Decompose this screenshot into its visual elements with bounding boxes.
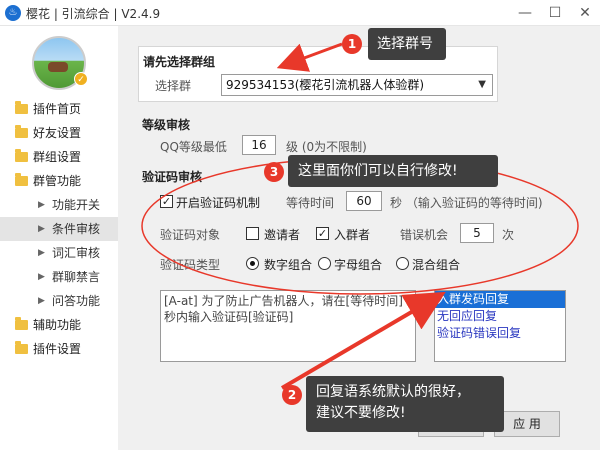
list-item[interactable]: 入群发码回复 bbox=[435, 291, 565, 308]
type-digit-radio[interactable] bbox=[246, 257, 259, 270]
type-letter-label: 字母组合 bbox=[334, 258, 383, 272]
captcha-type-label: 验证码类型 bbox=[160, 258, 221, 272]
folder-icon bbox=[15, 125, 28, 138]
error-chance-input[interactable]: 5 bbox=[460, 223, 494, 243]
type-mixed-label: 混合组合 bbox=[412, 258, 461, 272]
chevron-right-icon: ▶ bbox=[38, 224, 45, 234]
sidebar-item-friend-settings[interactable]: 好友设置 bbox=[0, 121, 118, 145]
folder-icon bbox=[15, 149, 28, 162]
reply-text-area[interactable]: [A-at] 为了防止广告机器人，请在[等待时间]秒内输入验证码[验证码] bbox=[160, 290, 416, 362]
chevron-right-icon: ▶ bbox=[38, 272, 45, 282]
captcha-section-title: 验证码审核 bbox=[142, 170, 203, 184]
vip-badge-icon: ✓ bbox=[74, 72, 88, 86]
level-section-title: 等级审核 bbox=[142, 118, 191, 132]
qq-level-input[interactable]: 16 bbox=[242, 135, 276, 155]
close-icon[interactable]: ✕ bbox=[572, 3, 598, 23]
folder-icon bbox=[15, 101, 28, 114]
sidebar-item-auxiliary[interactable]: 辅助功能 bbox=[0, 313, 118, 337]
chevron-right-icon: ▶ bbox=[38, 296, 45, 306]
chevron-right-icon: ▶ bbox=[38, 200, 45, 210]
title-bar: ♨ 樱花 | 引流综合 | V2.4.9 — ☐ ✕ bbox=[0, 0, 600, 26]
level-suffix: 级 (0为不限制) bbox=[286, 140, 367, 154]
step-badge-3: 3 bbox=[264, 162, 284, 182]
sidebar-item-group-settings[interactable]: 群组设置 bbox=[0, 145, 118, 169]
folder-icon bbox=[15, 173, 28, 186]
chevron-right-icon: ▶ bbox=[38, 248, 45, 258]
qq-level-label: QQ等级最低 bbox=[160, 140, 227, 154]
type-digit-label: 数字组合 bbox=[264, 258, 313, 272]
sidebar-item-group-management[interactable]: 群管功能 bbox=[0, 169, 118, 193]
step-badge-2: 2 bbox=[282, 385, 302, 405]
list-item[interactable]: 无回应回复 bbox=[435, 308, 565, 325]
sidebar-item-group-mute[interactable]: ▶ 群聊禁言 bbox=[0, 265, 118, 289]
error-chance-suffix: 次 bbox=[502, 228, 515, 242]
step-badge-1: 1 bbox=[342, 34, 362, 54]
sidebar-item-condition-review[interactable]: ▶ 条件审核 bbox=[0, 217, 118, 241]
joiner-checkbox[interactable]: ✓ bbox=[316, 227, 329, 240]
joiner-label: 入群者 bbox=[334, 228, 371, 242]
wait-time-suffix: 秒 （输入验证码的等待时间) bbox=[390, 196, 543, 210]
sidebar-item-feature-switch[interactable]: ▶ 功能开关 bbox=[0, 193, 118, 217]
wait-time-input[interactable]: 60 bbox=[346, 191, 382, 211]
app-logo-icon: ♨ bbox=[5, 5, 21, 21]
inviter-label: 邀请者 bbox=[264, 228, 301, 242]
error-chance-label: 错误机会 bbox=[400, 228, 449, 242]
group-section-title: 请先选择群组 bbox=[143, 55, 216, 69]
maximize-icon[interactable]: ☐ bbox=[542, 3, 568, 23]
callout-select-group: 选择群号 bbox=[368, 28, 446, 60]
list-item[interactable]: 验证码错误回复 bbox=[435, 325, 565, 342]
type-mixed-radio[interactable] bbox=[396, 257, 409, 270]
captcha-target-label: 验证码对象 bbox=[160, 228, 221, 242]
folder-icon bbox=[15, 341, 28, 354]
enable-captcha-label: 开启验证码机制 bbox=[176, 196, 261, 210]
callout-editable: 这里面你们可以自行修改! bbox=[288, 155, 498, 187]
reply-list[interactable]: 入群发码回复 无回应回复 验证码错误回复 bbox=[434, 290, 566, 362]
callout-reply-default: 回复语系统默认的很好， 建议不要修改! bbox=[306, 376, 504, 432]
type-letter-radio[interactable] bbox=[318, 257, 331, 270]
wait-time-label: 等待时间 bbox=[286, 196, 335, 210]
select-group-label: 选择群 bbox=[155, 79, 192, 93]
sidebar-item-qa[interactable]: ▶ 问答功能 bbox=[0, 289, 118, 313]
enable-captcha-checkbox[interactable]: ✓ bbox=[160, 195, 173, 208]
sidebar-item-word-review[interactable]: ▶ 词汇审核 bbox=[0, 241, 118, 265]
chevron-down-icon: ▼ bbox=[478, 79, 486, 90]
cow-image-icon bbox=[48, 62, 68, 72]
minimize-icon[interactable]: — bbox=[512, 3, 538, 23]
inviter-checkbox[interactable] bbox=[246, 227, 259, 240]
folder-icon bbox=[15, 317, 28, 330]
sidebar-item-plugin-settings[interactable]: 插件设置 bbox=[0, 337, 118, 361]
sidebar-item-plugin-home[interactable]: 插件首页 bbox=[0, 97, 118, 121]
group-select[interactable]: 929534153(樱花引流机器人体验群) ▼ bbox=[221, 74, 493, 96]
window-title: 樱花 | 引流综合 | V2.4.9 bbox=[26, 7, 161, 21]
sidebar: ✓ 插件首页 好友设置 群组设置 群管功能 ▶ 功能开关 ▶ 条件审核 ▶ 词汇审核 … bbox=[0, 26, 118, 450]
